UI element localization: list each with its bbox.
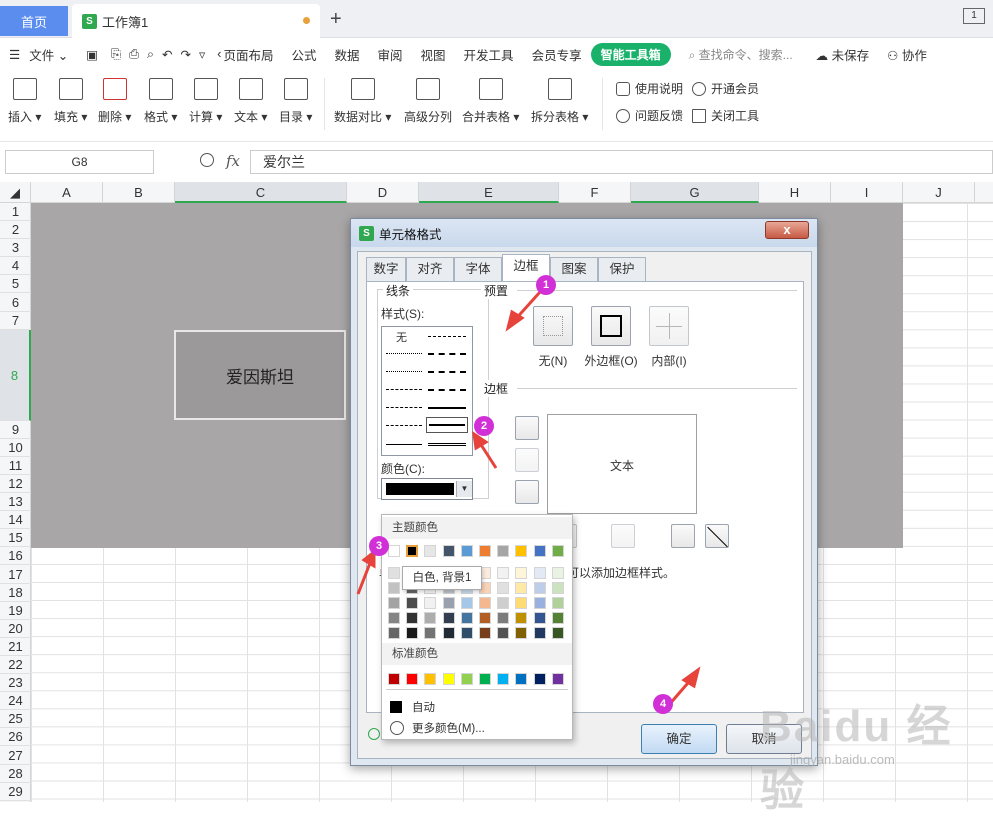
- arrow-2-head: [472, 430, 489, 451]
- annotation-arrows: [356, 290, 701, 707]
- annotation-badge: 4: [653, 694, 673, 714]
- annotation-badge: 3: [369, 536, 389, 556]
- annotation-badge: 2: [474, 416, 494, 436]
- watermark-url: jingyan.baidu.com: [790, 752, 895, 767]
- annotation-badge: 1: [536, 275, 556, 295]
